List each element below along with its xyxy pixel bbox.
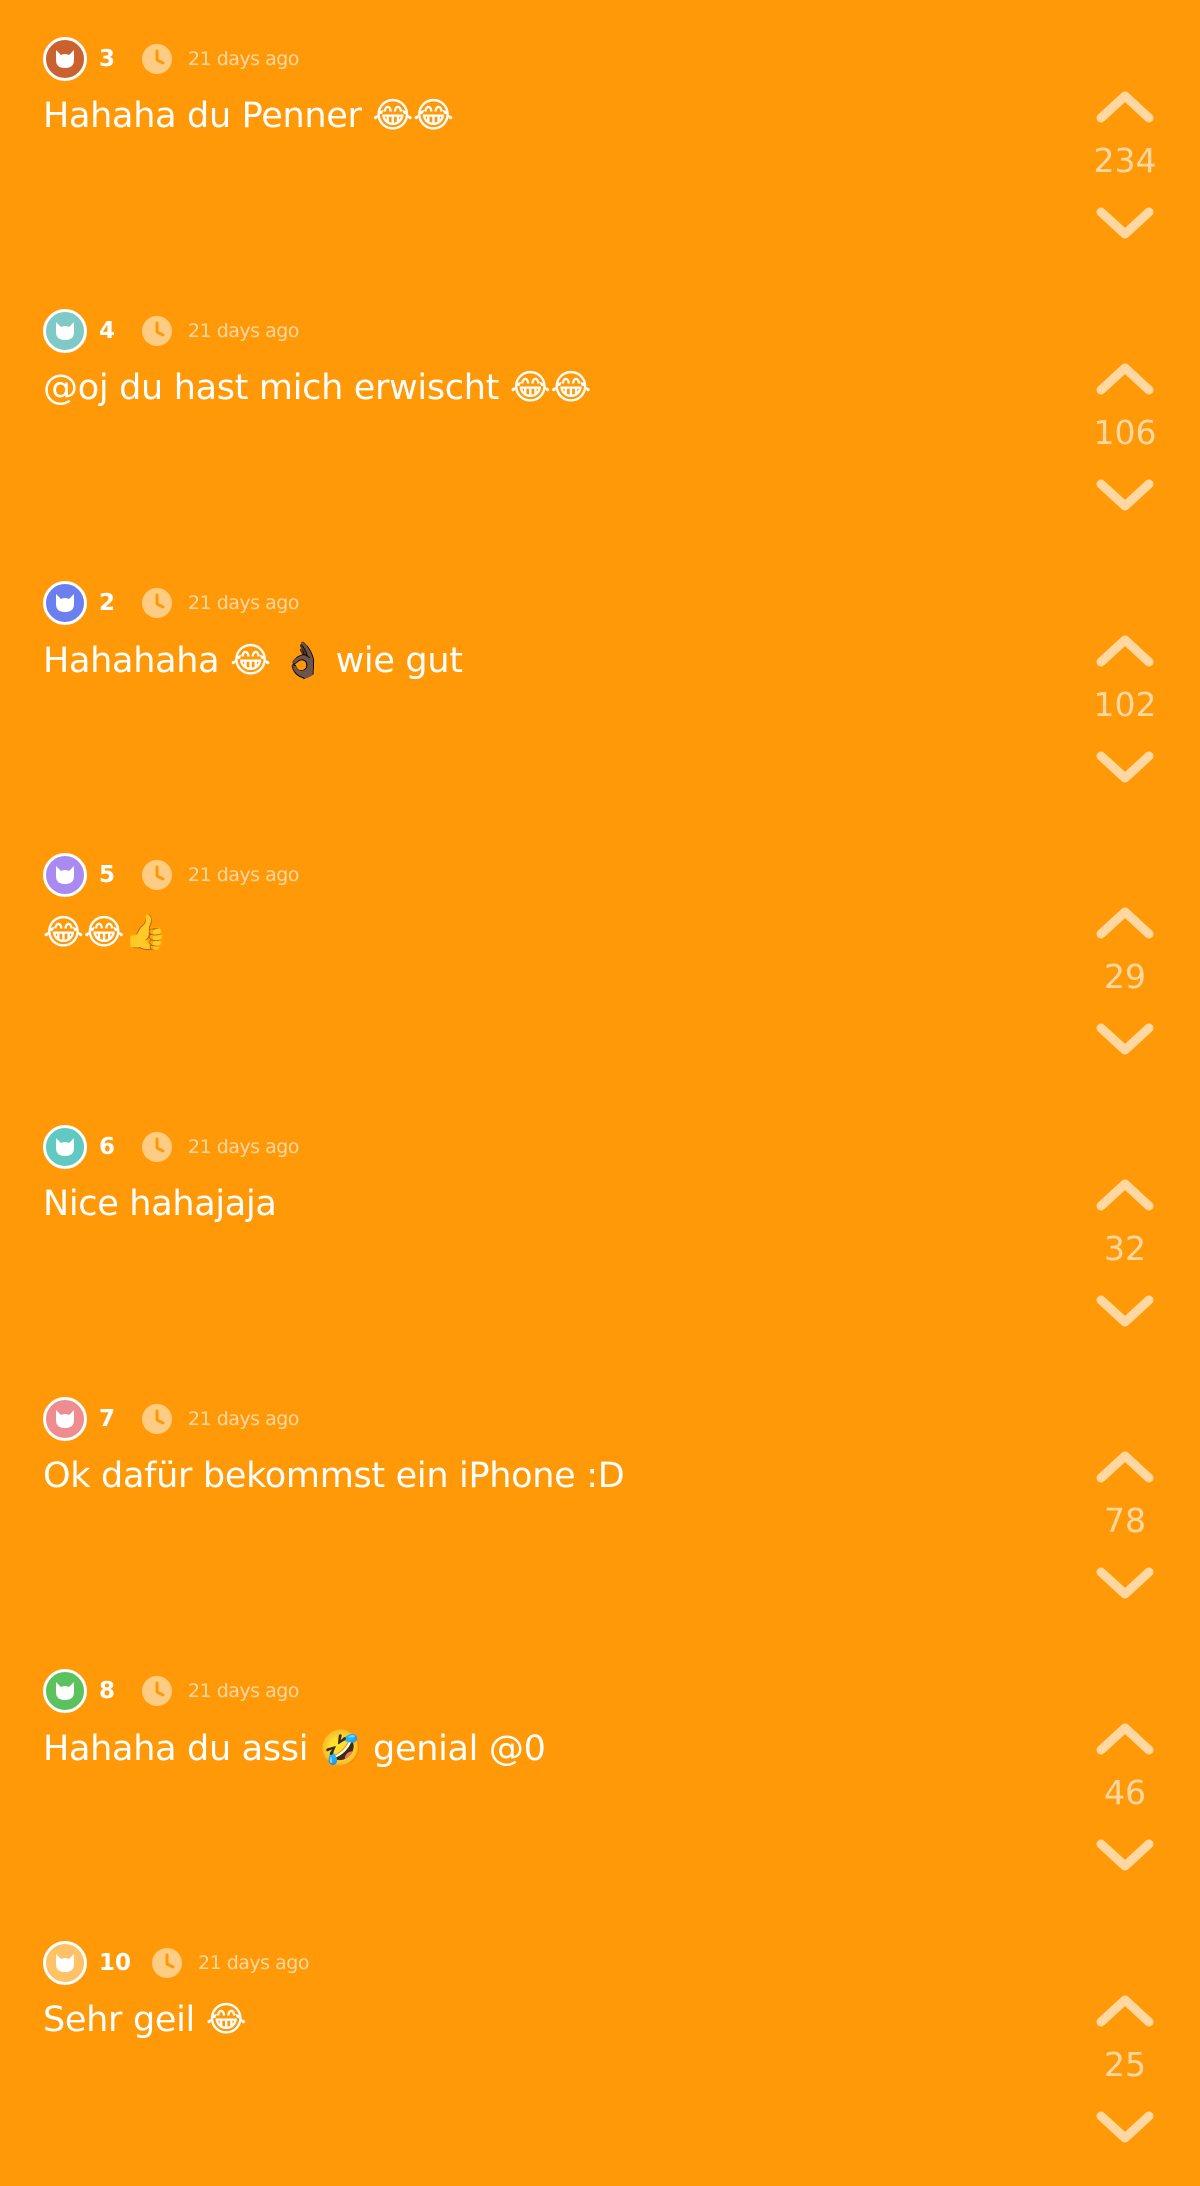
timestamp: 21 days ago (188, 592, 299, 614)
vote-count: 234 (1093, 141, 1157, 180)
timestamp: 21 days ago (188, 48, 299, 70)
user-number: 2 (99, 590, 116, 616)
upvote-icon[interactable] (1095, 1718, 1155, 1758)
comment-text: 😂😂👍 (43, 913, 168, 953)
vote-count: 32 (1104, 1229, 1146, 1268)
upvote-icon[interactable] (1095, 630, 1155, 670)
timestamp: 21 days ago (188, 1136, 299, 1158)
downvote-icon[interactable] (1095, 2108, 1155, 2148)
vote-count: 102 (1093, 685, 1157, 724)
vote-control: 29 (1085, 902, 1165, 1062)
avatar-cat-icon[interactable] (43, 853, 87, 897)
downvote-icon[interactable] (1095, 1020, 1155, 1060)
comment-meta: 7 21 days ago (43, 1396, 299, 1442)
timestamp: 21 days ago (188, 1680, 299, 1702)
upvote-icon[interactable] (1095, 902, 1155, 942)
vote-control: 106 (1085, 358, 1165, 518)
comment-meta: 4 21 days ago (43, 308, 299, 354)
timestamp: 21 days ago (198, 1952, 309, 1974)
vote-control: 46 (1085, 1718, 1165, 1878)
vote-control: 234 (1085, 86, 1165, 246)
vote-count: 78 (1104, 1501, 1146, 1540)
avatar-cat-icon[interactable] (43, 581, 87, 625)
upvote-icon[interactable] (1095, 1990, 1155, 2030)
avatar-cat-icon[interactable] (43, 37, 87, 81)
clock-icon (141, 1403, 173, 1435)
user-number: 3 (99, 46, 116, 72)
user-number: 6 (99, 1134, 116, 1160)
avatar-cat-icon[interactable] (43, 1397, 87, 1441)
downvote-icon[interactable] (1095, 1836, 1155, 1876)
vote-control: 102 (1085, 630, 1165, 790)
comment-feed: 3 21 days ago Hahaha du Penner 😂😂 234 4 21 da… (0, 0, 1200, 2173)
comment-meta: 10 21 days ago (43, 1940, 309, 1986)
comment-card[interactable]: 10 21 days ago Sehr geil 😂 25 (0, 1914, 1200, 2186)
vote-count: 46 (1104, 1773, 1146, 1812)
vote-control: 25 (1085, 1990, 1165, 2150)
comment-card[interactable]: 5 21 days ago 😂😂👍 29 (0, 826, 1200, 1098)
upvote-icon[interactable] (1095, 1446, 1155, 1486)
clock-icon (151, 1947, 183, 1979)
comment-text: Nice hahajaja (43, 1184, 277, 1224)
clock-icon (141, 1675, 173, 1707)
comment-card[interactable]: 6 21 days ago Nice hahajaja 32 (0, 1098, 1200, 1370)
downvote-icon[interactable] (1095, 1292, 1155, 1332)
clock-icon (141, 587, 173, 619)
comment-meta: 2 21 days ago (43, 580, 299, 626)
upvote-icon[interactable] (1095, 1174, 1155, 1214)
avatar-cat-icon[interactable] (43, 1125, 87, 1169)
comment-text: Ok dafür bekommst ein iPhone :D (43, 1456, 625, 1496)
upvote-icon[interactable] (1095, 358, 1155, 398)
timestamp: 21 days ago (188, 320, 299, 342)
user-number: 5 (99, 862, 116, 888)
comment-card[interactable]: 3 21 days ago Hahaha du Penner 😂😂 234 (0, 10, 1200, 282)
downvote-icon[interactable] (1095, 1564, 1155, 1604)
vote-control: 78 (1085, 1446, 1165, 1606)
vote-count: 25 (1104, 2045, 1146, 2084)
timestamp: 21 days ago (188, 1408, 299, 1430)
clock-icon (141, 43, 173, 75)
comment-meta: 5 21 days ago (43, 852, 299, 898)
avatar-cat-icon[interactable] (43, 309, 87, 353)
vote-count: 29 (1104, 957, 1146, 996)
timestamp: 21 days ago (188, 864, 299, 886)
comment-text: @oj du hast mich erwischt 😂😂 (43, 368, 592, 408)
user-number: 8 (99, 1678, 116, 1704)
comment-meta: 8 21 days ago (43, 1668, 299, 1714)
downvote-icon[interactable] (1095, 476, 1155, 516)
downvote-icon[interactable] (1095, 204, 1155, 244)
vote-count: 106 (1093, 413, 1157, 452)
user-number: 7 (99, 1406, 116, 1432)
upvote-icon[interactable] (1095, 86, 1155, 126)
avatar-cat-icon[interactable] (43, 1669, 87, 1713)
comment-text: Hahahaha 😂 👌🏿 wie gut (43, 641, 463, 681)
comment-card[interactable]: 4 21 days ago @oj du hast mich erwischt 😂😂… (0, 282, 1200, 554)
clock-icon (141, 1131, 173, 1163)
clock-icon (141, 315, 173, 347)
comment-card[interactable]: 2 21 days ago Hahahaha 😂 👌🏿 wie gut 102 (0, 554, 1200, 826)
comment-text: Sehr geil 😂 (43, 2000, 247, 2040)
vote-control: 32 (1085, 1174, 1165, 1334)
comment-meta: 6 21 days ago (43, 1124, 299, 1170)
clock-icon (141, 859, 173, 891)
downvote-icon[interactable] (1095, 748, 1155, 788)
comment-card[interactable]: 8 21 days ago Hahaha du assi 🤣 genial @0 46 (0, 1642, 1200, 1914)
user-number: 10 (99, 1950, 132, 1976)
comment-text: Hahaha du Penner 😂😂 (43, 96, 454, 136)
comment-card[interactable]: 7 21 days ago Ok dafür bekommst ein iPhone… (0, 1370, 1200, 1642)
user-number: 4 (99, 318, 116, 344)
comment-text: Hahaha du assi 🤣 genial @0 (43, 1729, 546, 1769)
comment-meta: 3 21 days ago (43, 36, 299, 82)
avatar-cat-icon[interactable] (43, 1941, 87, 1985)
